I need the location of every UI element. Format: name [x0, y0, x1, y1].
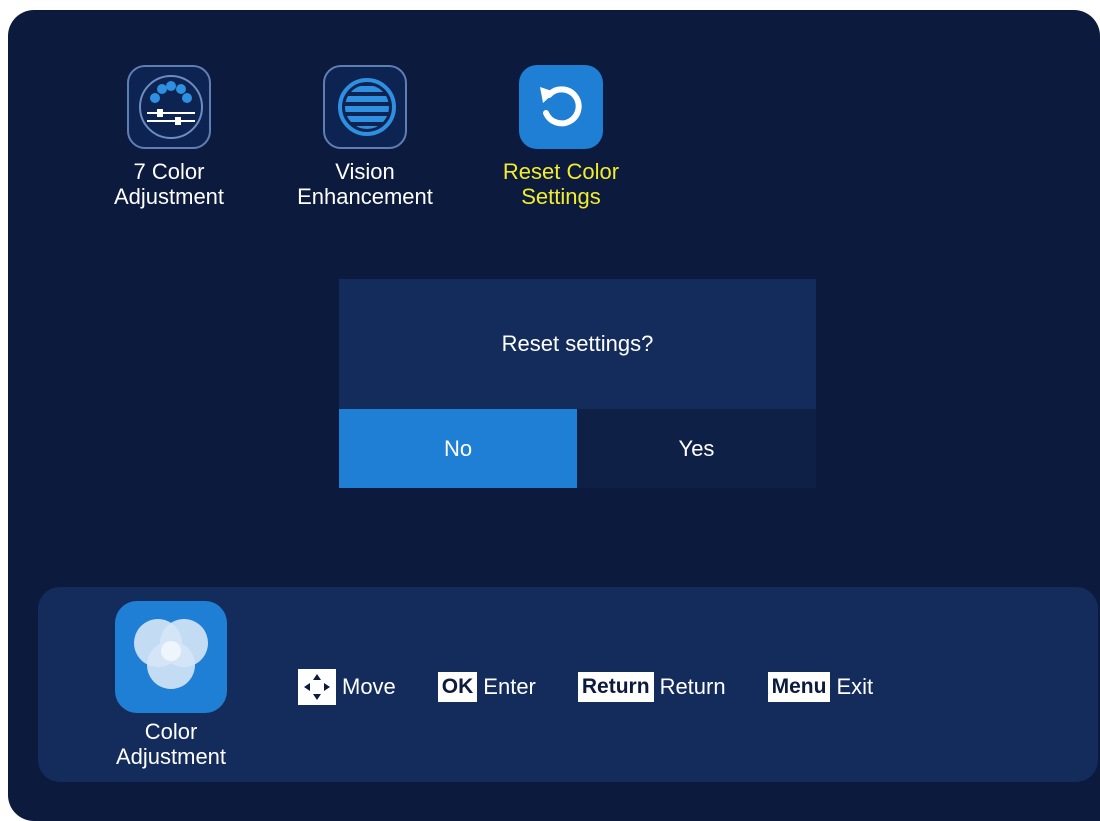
- menu-item-line1: Reset Color: [502, 159, 620, 184]
- menu-item-line2: Enhancement: [297, 184, 433, 209]
- key-hints: Move OK Enter Return Return Menu Exit: [298, 669, 915, 705]
- category-color-adjustment: Color Adjustment: [96, 601, 246, 769]
- hint-label: Exit: [836, 674, 874, 699]
- menu-item-line1: Vision: [335, 159, 395, 184]
- hint-label: Move: [342, 674, 396, 699]
- bottom-bar: Color Adjustment Move OK Enter Return Re…: [38, 587, 1098, 782]
- hint-move: Move: [298, 669, 396, 705]
- stripes-circle-icon: [323, 65, 407, 149]
- color-dots-slider-icon: [127, 65, 211, 149]
- reset-dialog: Reset settings? No Yes: [339, 279, 816, 488]
- key-menu: Menu: [767, 672, 831, 702]
- hint-enter: OK Enter: [437, 672, 536, 702]
- category-line2: Adjustment: [115, 744, 227, 769]
- dialog-message: Reset settings?: [339, 279, 816, 409]
- key-return: Return: [577, 672, 654, 702]
- hint-return: Return Return: [577, 672, 726, 702]
- category-line1: Color: [144, 719, 198, 744]
- menu-item-line1: 7 Color: [133, 159, 205, 184]
- hint-label: Return: [659, 674, 726, 699]
- yes-button[interactable]: Yes: [577, 409, 816, 488]
- menu-item-reset-color-settings[interactable]: Reset Color Settings: [476, 65, 646, 209]
- hint-label: Enter: [483, 674, 536, 699]
- menu-item-line2: Settings: [521, 184, 601, 209]
- key-ok: OK: [437, 672, 478, 702]
- osd-window: 7 Color Adjustment Vision Enhancement Re…: [8, 10, 1100, 821]
- hint-exit: Menu Exit: [767, 672, 874, 702]
- color-circles-icon: [115, 601, 227, 713]
- dpad-icon: [298, 669, 336, 705]
- menu-item-line2: Adjustment: [113, 184, 225, 209]
- reset-arrow-icon: [519, 65, 603, 149]
- no-button[interactable]: No: [339, 409, 577, 488]
- menu-item-vision-enhancement[interactable]: Vision Enhancement: [280, 65, 450, 209]
- menu-item-7-color-adjustment[interactable]: 7 Color Adjustment: [84, 65, 254, 209]
